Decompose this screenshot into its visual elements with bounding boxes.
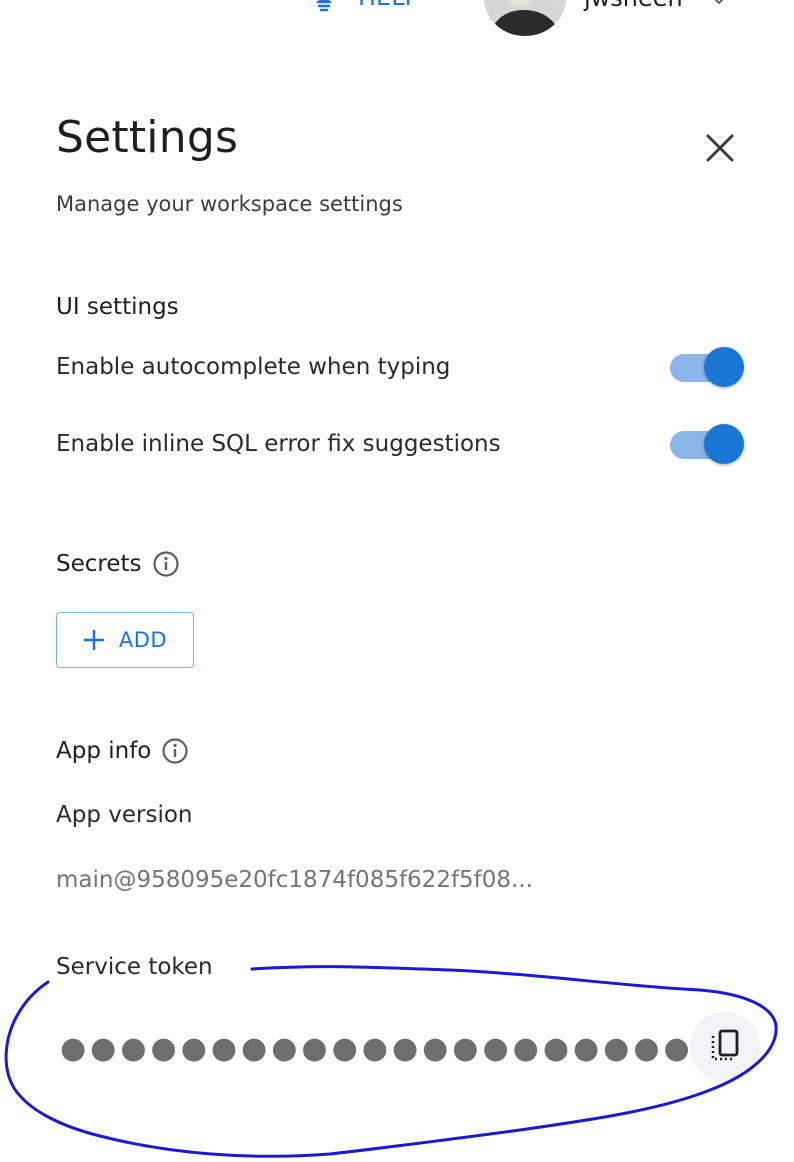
close-icon (700, 134, 740, 171)
app-version-value: main@958095e20fc1874f085f622f5f08... (56, 867, 533, 893)
setting-row-sql-fix: Enable inline SQL error fix suggestions (56, 423, 746, 465)
lightbulb-icon (312, 0, 336, 12)
service-token-label: Service token (56, 954, 213, 980)
service-token-value: ●●●●●●●●●●●●●●●●●●●●● (60, 1031, 694, 1066)
info-icon[interactable] (161, 737, 189, 765)
page-title: Settings (56, 112, 239, 163)
app-info-heading-text: App info (56, 738, 152, 764)
info-icon[interactable] (152, 550, 180, 578)
app-info-heading: App info (56, 737, 189, 765)
secrets-heading-text: Secrets (56, 551, 142, 577)
sql-fix-label: Enable inline SQL error fix suggestions (56, 431, 501, 457)
setting-row-autocomplete: Enable autocomplete when typing (56, 346, 746, 388)
ui-settings-heading-text: UI settings (56, 294, 179, 320)
plus-icon (83, 629, 105, 651)
close-button[interactable] (700, 128, 740, 168)
sql-fix-toggle[interactable] (670, 423, 746, 465)
secrets-heading: Secrets (56, 550, 180, 578)
ui-settings-heading: UI settings (56, 294, 179, 320)
avatar[interactable] (484, 0, 566, 36)
page-subtitle: Manage your workspace settings (56, 192, 403, 216)
username[interactable]: jwsheen (584, 0, 683, 12)
copy-icon (708, 1028, 742, 1067)
toggle-thumb (704, 347, 744, 387)
autocomplete-label: Enable autocomplete when typing (56, 354, 451, 380)
add-secret-button[interactable]: ADD (56, 612, 194, 668)
settings-page: HELP jwsheen Settings Manage your w (0, 0, 794, 1162)
help-label: HELP (358, 0, 419, 11)
app-version-label: App version (56, 802, 193, 828)
top-bar: HELP jwsheen (0, 0, 794, 42)
copy-token-button[interactable] (690, 1012, 760, 1082)
help-link[interactable]: HELP (312, 0, 419, 12)
toggle-thumb (704, 424, 744, 464)
autocomplete-toggle[interactable] (670, 346, 746, 388)
add-secret-label: ADD (118, 628, 168, 652)
